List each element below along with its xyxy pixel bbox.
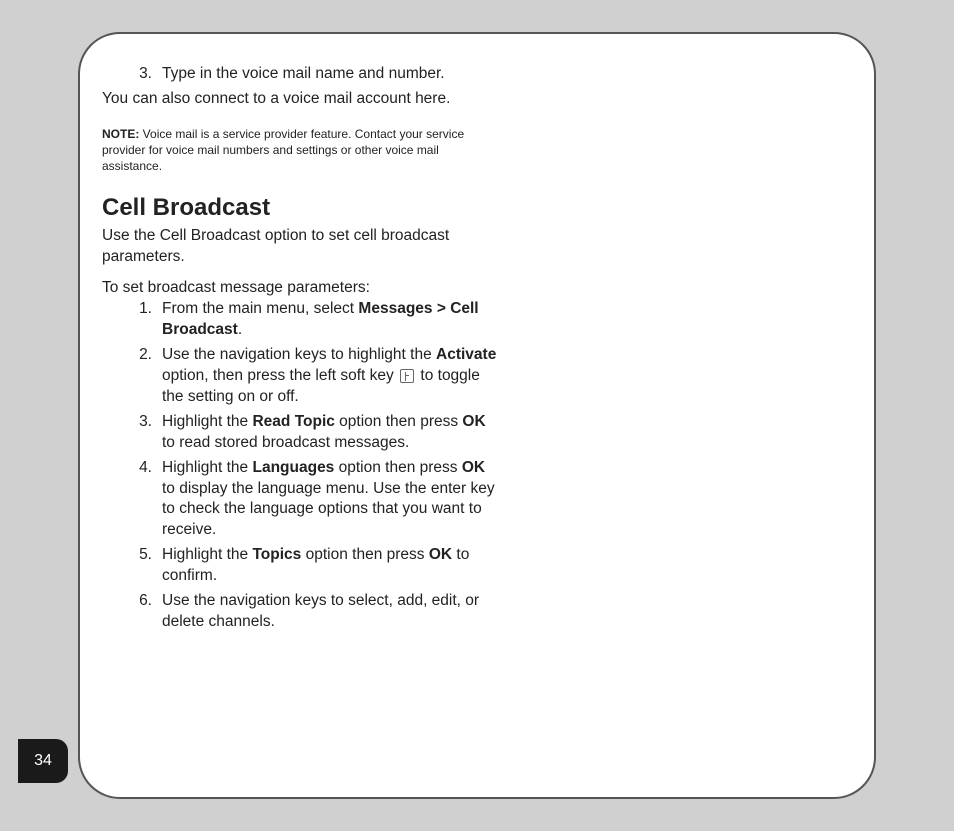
voicemail-note: NOTE: Voice mail is a service provider f… (102, 126, 502, 175)
languages-bold: Languages (252, 459, 334, 476)
note-text: Voice mail is a service provider feature… (102, 127, 464, 173)
text-fragment: option, then press the left soft key (162, 367, 398, 384)
left-soft-key-icon (400, 369, 414, 383)
text-fragment: to display the language menu. Use the en… (162, 480, 495, 539)
text-fragment: Highlight the (162, 459, 252, 476)
voicemail-connect-text: You can also connect to a voice mail acc… (102, 89, 502, 110)
list-text: Highlight the Languages option then pres… (162, 458, 502, 542)
cb-step-4: 4. Highlight the Languages option then p… (132, 458, 502, 542)
activate-bold: Activate (436, 346, 496, 363)
list-number: 2. (132, 345, 152, 408)
page-number: 34 (34, 752, 52, 770)
text-fragment: Highlight the (162, 413, 252, 430)
list-number: 4. (132, 458, 152, 542)
text-fragment: option then press (335, 413, 463, 430)
list-number: 5. (132, 545, 152, 587)
list-text: Type in the voice mail name and number. (162, 64, 445, 85)
list-number: 3. (132, 64, 152, 85)
text-fragment: Highlight the (162, 546, 252, 563)
cb-step-1: 1. From the main menu, select Messages >… (132, 299, 502, 341)
ok-bold: OK (462, 459, 485, 476)
voicemail-step-3: 3. Type in the voice mail name and numbe… (132, 64, 502, 85)
list-text: From the main menu, select Messages > Ce… (162, 299, 502, 341)
cell-broadcast-heading: Cell Broadcast (102, 194, 502, 222)
text-fragment: option then press (301, 546, 429, 563)
cb-step-2: 2. Use the navigation keys to highlight … (132, 345, 502, 408)
page-number-badge: 34 (18, 739, 68, 783)
text-fragment: to read stored broadcast messages. (162, 434, 409, 451)
content-column: 3. Type in the voice mail name and numbe… (102, 64, 502, 633)
text-fragment: From the main menu, select (162, 300, 358, 317)
cell-broadcast-lead: To set broadcast message parameters: (102, 278, 502, 299)
list-number: 6. (132, 591, 152, 633)
text-fragment: . (238, 321, 242, 338)
read-topic-bold: Read Topic (252, 413, 334, 430)
ok-bold: OK (462, 413, 485, 430)
cb-step-3: 3. Highlight the Read Topic option then … (132, 412, 502, 454)
list-text: Highlight the Topics option then press O… (162, 545, 502, 587)
topics-bold: Topics (252, 546, 301, 563)
list-text: Highlight the Read Topic option then pre… (162, 412, 502, 454)
page-frame: 3. Type in the voice mail name and numbe… (78, 32, 876, 799)
text-fragment: option then press (334, 459, 462, 476)
list-text: Use the navigation keys to highlight the… (162, 345, 502, 408)
ok-bold: OK (429, 546, 452, 563)
list-text: Use the navigation keys to select, add, … (162, 591, 502, 633)
cell-broadcast-intro: Use the Cell Broadcast option to set cel… (102, 226, 502, 268)
list-number: 1. (132, 299, 152, 341)
cb-step-5: 5. Highlight the Topics option then pres… (132, 545, 502, 587)
cb-step-6: 6. Use the navigation keys to select, ad… (132, 591, 502, 633)
note-label: NOTE: (102, 127, 139, 141)
list-number: 3. (132, 412, 152, 454)
text-fragment: Use the navigation keys to highlight the (162, 346, 436, 363)
